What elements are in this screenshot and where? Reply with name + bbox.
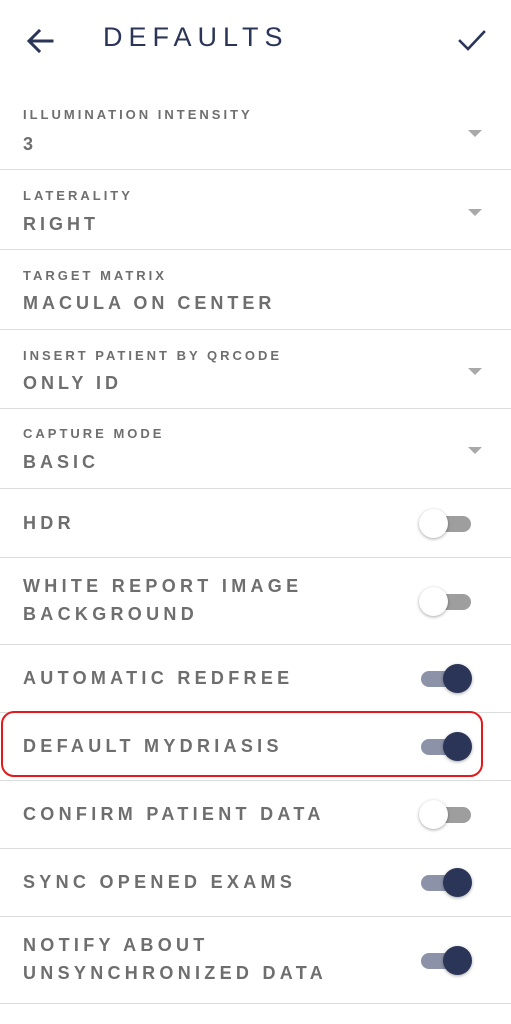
setting-label: TARGET MATRIX [23,268,167,283]
back-button[interactable] [22,24,58,58]
setting-laterality[interactable]: LATERALITY RIGHT [0,170,511,250]
dropdown-caret-icon [468,130,482,137]
app-header: DEFAULTS [0,0,511,82]
setting-automatic-redfree: AUTOMATIC REDFREE [0,645,511,713]
switch-thumb [443,732,472,761]
setting-capture-mode[interactable]: CAPTURE MODE BASIC [0,409,511,489]
checkmark-icon [458,30,486,51]
setting-hdr: HDR [0,489,511,558]
setting-value: MACULA ON CENTER [23,293,276,313]
hdr-toggle[interactable] [419,508,473,538]
setting-label: DEFAULT MYDRIASIS [23,736,283,756]
setting-value: 3 [23,134,38,154]
notify-unsynchronized-toggle[interactable] [419,945,473,975]
setting-label: AUTOMATIC REDFREE [23,668,294,688]
sync-opened-exams-toggle[interactable] [419,867,473,897]
switch-thumb [419,509,448,538]
switch-thumb [443,946,472,975]
confirm-button[interactable] [452,22,492,60]
switch-thumb [419,587,448,616]
setting-default-mydriasis: DEFAULT MYDRIASIS [0,713,511,781]
setting-label: ILLUMINATION INTENSITY [23,107,253,122]
defaults-screen: DEFAULTS ILLUMINATION INTENSITY 3 LATERA… [0,0,511,1024]
setting-label: NOTIFY ABOUT UNSYNCHRONIZED DATA [23,935,328,983]
dropdown-caret-icon [468,447,482,454]
switch-thumb [443,868,472,897]
white-report-background-toggle[interactable] [419,586,473,616]
setting-illumination-intensity[interactable]: ILLUMINATION INTENSITY 3 [0,90,511,170]
dropdown-caret-icon [468,368,482,375]
page-title: DEFAULTS [103,22,289,52]
setting-label: CONFIRM PATIENT DATA [23,804,325,824]
switch-thumb [443,664,472,693]
setting-confirm-patient-data: CONFIRM PATIENT DATA [0,781,511,849]
setting-value: RIGHT [23,214,99,234]
setting-value: ONLY ID [23,373,123,393]
setting-label: HDR [23,513,75,533]
setting-notify-unsynchronized-data: NOTIFY ABOUT UNSYNCHRONIZED DATA [0,917,511,1004]
default-mydriasis-toggle[interactable] [419,731,473,761]
switch-thumb [419,800,448,829]
setting-target-matrix[interactable]: TARGET MATRIX MACULA ON CENTER [0,250,511,330]
setting-insert-patient-by-qrcode[interactable]: INSERT PATIENT BY QRCODE ONLY ID [0,330,511,409]
setting-value: BASIC [23,452,100,472]
confirm-patient-data-toggle[interactable] [419,799,473,829]
setting-label: SYNC OPENED EXAMS [23,872,297,892]
setting-label-line-1: WHITE REPORT IMAGE BACKGROUND [23,576,303,624]
setting-label: CAPTURE MODE [23,426,165,441]
arrow-left-icon [26,29,54,53]
setting-label: INSERT PATIENT BY QRCODE [23,348,283,363]
setting-label: LATERALITY [23,188,133,203]
automatic-redfree-toggle[interactable] [419,663,473,693]
setting-white-report-image-background: WHITE REPORT IMAGE BACKGROUND [0,558,511,645]
dropdown-caret-icon [468,209,482,216]
setting-sync-opened-exams: SYNC OPENED EXAMS [0,849,511,917]
